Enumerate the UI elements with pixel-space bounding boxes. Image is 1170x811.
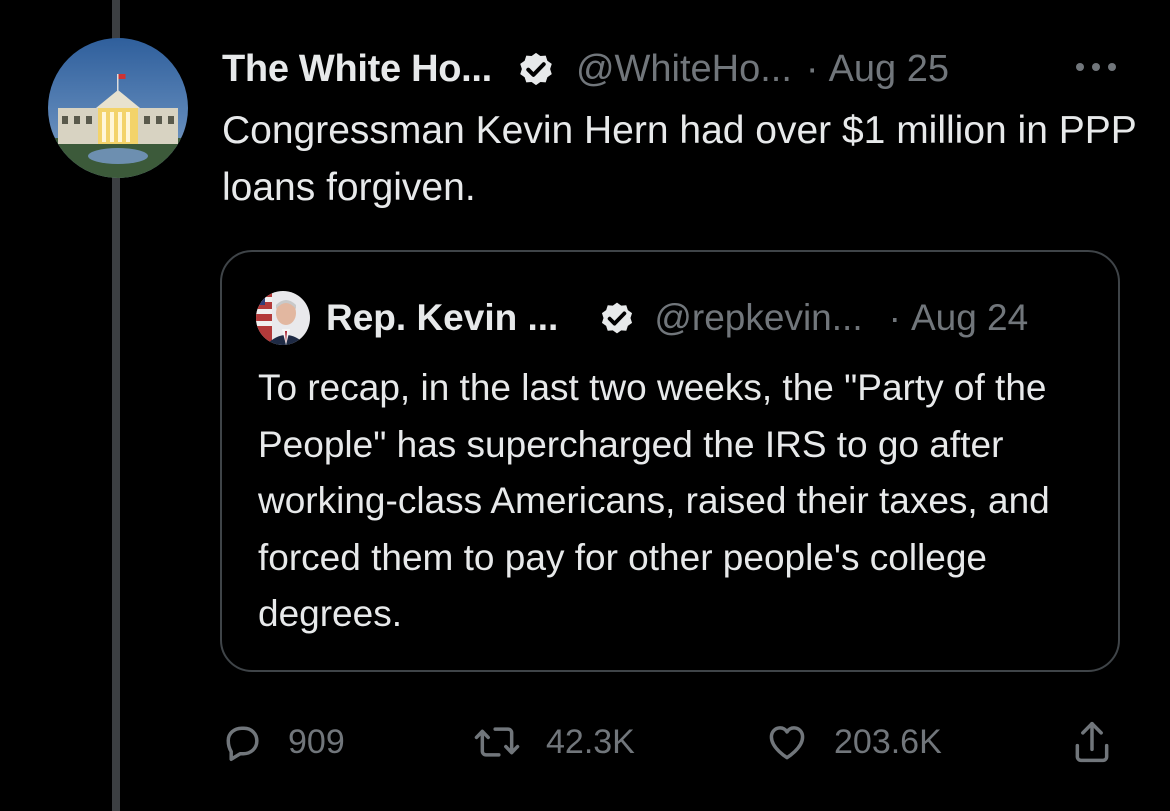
- handle[interactable]: @WhiteHo...: [576, 48, 792, 91]
- verified-badge-icon: [520, 52, 552, 86]
- timestamp[interactable]: Aug 25: [829, 48, 949, 91]
- retweet-icon: [474, 727, 520, 757]
- reply-count: 909: [288, 722, 345, 761]
- tweet-text: Congressman Kevin Hern had over $1 milli…: [222, 109, 1137, 209]
- white-house-photo: [48, 38, 188, 178]
- avatar[interactable]: [48, 38, 188, 178]
- retweet-count: 42.3K: [546, 722, 635, 761]
- share-button[interactable]: [1070, 712, 1114, 772]
- quoted-tweet-text: To recap, in the last two weeks, the "Pa…: [258, 367, 1050, 634]
- tweet-header: The White Ho... @WhiteHo... · Aug 25: [222, 42, 949, 96]
- quoted-tweet[interactable]: Rep. Kevin ... @repkevin... · Aug 24 To …: [220, 250, 1120, 672]
- display-name[interactable]: The White Ho...: [222, 48, 492, 91]
- reply-button[interactable]: 909: [220, 712, 345, 772]
- separator-dot: ·: [805, 47, 819, 90]
- quoted-handle[interactable]: @repkevin...: [654, 297, 862, 339]
- reply-icon: [226, 726, 259, 761]
- like-count: 203.6K: [834, 722, 942, 761]
- quoted-timestamp[interactable]: Aug 24: [911, 297, 1028, 339]
- heart-icon: [769, 726, 805, 760]
- like-button[interactable]: 203.6K: [764, 712, 942, 772]
- quoted-avatar: [256, 291, 310, 345]
- share-icon: [1075, 721, 1109, 763]
- verified-badge-icon: [602, 302, 633, 334]
- more-options-icon[interactable]: [1072, 52, 1120, 82]
- tweet-actions: 909 42.3K 203.6K: [220, 712, 1140, 772]
- separator-dot: ·: [888, 297, 901, 338]
- retweet-button[interactable]: 42.3K: [472, 712, 635, 772]
- portrait-with-flag-photo: [256, 291, 310, 345]
- quoted-tweet-header: Rep. Kevin ... @repkevin... · Aug 24: [256, 290, 1028, 346]
- quoted-display-name[interactable]: Rep. Kevin ...: [326, 297, 558, 339]
